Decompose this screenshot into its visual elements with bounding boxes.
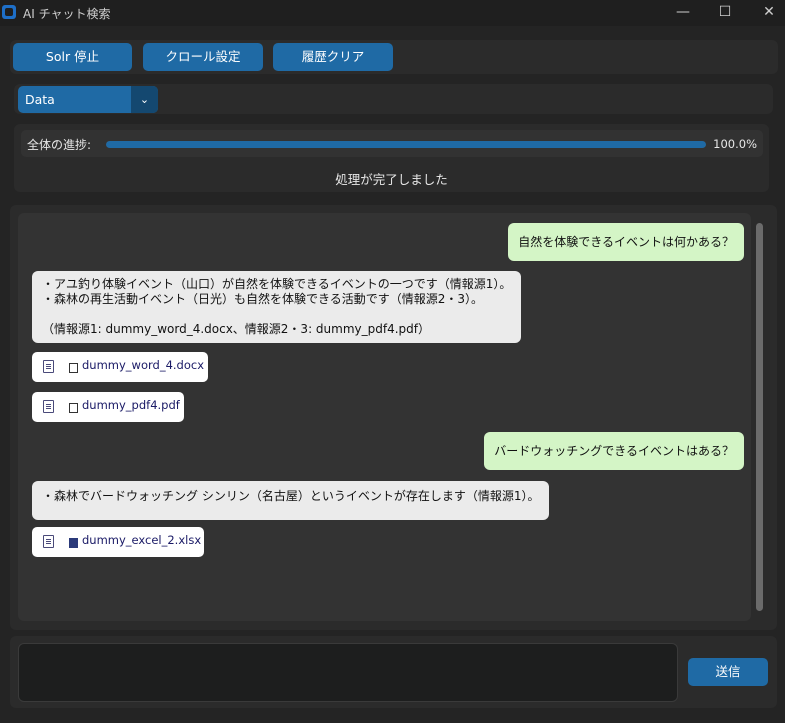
file-name: dummy_excel_2.xlsx <box>82 533 202 547</box>
pdf-file-icon <box>69 403 78 413</box>
file-link[interactable]: dummy_word_4.docx <box>32 352 208 382</box>
file-icon <box>43 360 54 373</box>
progress-row: 全体の進捗: 100.0% <box>21 130 763 157</box>
solr-stop-button[interactable]: Solr 停止 <box>13 43 132 71</box>
maximize-button[interactable]: ☐ <box>702 1 748 25</box>
input-panel: 送信 <box>10 636 777 708</box>
excel-file-icon <box>69 538 78 548</box>
title-bar: AI チャット検索 — ☐ ✕ <box>0 0 785 26</box>
file-name: dummy_pdf4.pdf <box>82 398 180 412</box>
word-file-icon <box>69 363 78 373</box>
progress-bar <box>106 141 706 148</box>
chat-scrollbar[interactable] <box>756 223 763 611</box>
collection-select-value: Data <box>25 92 55 107</box>
crawl-settings-button[interactable]: クロール設定 <box>143 43 263 71</box>
collection-select-row: Data ⌄ <box>14 84 773 114</box>
user-message: 自然を体験できるイベントは何かある？ <box>508 223 744 261</box>
file-name: dummy_word_4.docx <box>82 358 205 372</box>
bot-message: ・森林でバードウォッチング シンリン（名古屋）というイベントが存在します（情報源… <box>32 481 550 520</box>
user-message: バードウォッチングできるイベントはある？ <box>484 432 744 470</box>
file-link[interactable]: dummy_pdf4.pdf <box>32 392 184 422</box>
app-icon <box>2 5 16 19</box>
chevron-down-icon[interactable]: ⌄ <box>131 86 158 113</box>
window-title: AI チャット検索 <box>23 7 111 21</box>
progress-panel: 全体の進捗: 100.0% 処理が完了しました <box>14 124 769 192</box>
progress-percent: 100.0% <box>713 137 757 151</box>
close-button[interactable]: ✕ <box>746 1 785 25</box>
bot-message: ・アユ釣り体験イベント（山口）が自然を体験できるイベントの一つです（情報源1）。… <box>32 271 522 343</box>
file-icon <box>43 535 54 548</box>
file-icon <box>43 400 54 413</box>
progress-label: 全体の進捗: <box>27 138 92 152</box>
progress-bar-fill <box>106 141 706 148</box>
send-button[interactable]: 送信 <box>688 658 768 686</box>
message-input[interactable] <box>18 643 678 702</box>
toolbar: Solr 停止 クロール設定 履歴クリア <box>10 40 778 74</box>
collection-select[interactable]: Data ⌄ <box>18 86 158 113</box>
progress-status: 処理が完了しました <box>335 172 448 187</box>
clear-history-button[interactable]: 履歴クリア <box>273 43 393 71</box>
file-link[interactable]: dummy_excel_2.xlsx <box>32 527 204 557</box>
minimize-button[interactable]: — <box>660 1 706 25</box>
